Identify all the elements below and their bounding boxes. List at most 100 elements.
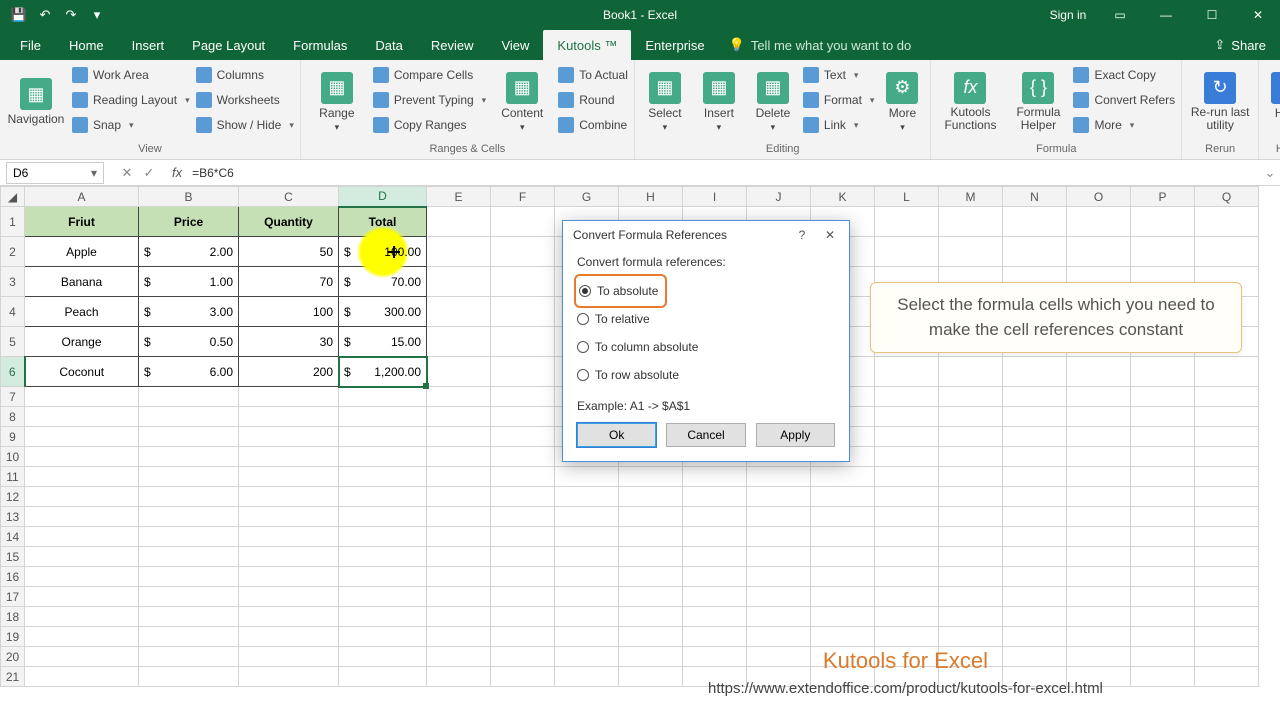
snap-button[interactable]: Snap xyxy=(72,114,190,136)
col-header-i[interactable]: I xyxy=(683,187,747,207)
cell[interactable]: 30 xyxy=(239,327,339,357)
radio-to-column-absolute[interactable]: To column absolute xyxy=(577,333,835,361)
help-button[interactable]: ?Help▾ xyxy=(1265,64,1280,140)
show-hide-button[interactable]: Show / Hide xyxy=(196,114,294,136)
cell-selected[interactable]: $1,200.00 xyxy=(339,357,427,387)
row-header[interactable]: 16 xyxy=(1,567,25,587)
expand-formula-icon[interactable]: ⌄ xyxy=(1260,165,1280,181)
cell[interactable]: 200 xyxy=(239,357,339,387)
ok-button[interactable]: Ok xyxy=(577,423,656,447)
row-header[interactable]: 11 xyxy=(1,467,25,487)
copy-ranges-button[interactable]: Copy Ranges xyxy=(373,114,486,136)
text-button[interactable]: Text xyxy=(803,64,875,86)
tab-kutools[interactable]: Kutools ™ xyxy=(543,30,631,60)
col-header-p[interactable]: P xyxy=(1131,187,1195,207)
more-formula-button[interactable]: More xyxy=(1073,114,1175,136)
col-header-n[interactable]: N xyxy=(1003,187,1067,207)
col-header-m[interactable]: M xyxy=(939,187,1003,207)
radio-to-relative[interactable]: To relative xyxy=(577,305,835,333)
formula-input[interactable]: =B6*C6 xyxy=(188,166,1260,180)
cell[interactable] xyxy=(427,207,491,237)
kutools-functions-button[interactable]: fxKutools Functions xyxy=(937,64,1003,140)
col-header-e[interactable]: E xyxy=(427,187,491,207)
row-header[interactable]: 17 xyxy=(1,587,25,607)
row-header[interactable]: 21 xyxy=(1,667,25,687)
row-header[interactable]: 18 xyxy=(1,607,25,627)
row-header[interactable]: 20 xyxy=(1,647,25,667)
row-header[interactable]: 9 xyxy=(1,427,25,447)
prevent-typing-button[interactable]: Prevent Typing xyxy=(373,89,486,111)
to-actual-button[interactable]: To Actual xyxy=(558,64,628,86)
cell[interactable]: 70 xyxy=(239,267,339,297)
name-box-dropdown-icon[interactable]: ▾ xyxy=(91,166,97,180)
formula-helper-button[interactable]: { }Formula Helper xyxy=(1009,64,1067,140)
dialog-close-icon[interactable]: ✕ xyxy=(821,228,839,242)
apply-button[interactable]: Apply xyxy=(756,423,835,447)
cell[interactable]: Quantity xyxy=(239,207,339,237)
row-header[interactable]: 12 xyxy=(1,487,25,507)
row-header[interactable]: 3 xyxy=(1,267,25,297)
tab-enterprise[interactable]: Enterprise xyxy=(631,30,718,60)
dialog-titlebar[interactable]: Convert Formula References ? ✕ xyxy=(563,221,849,249)
col-header-h[interactable]: H xyxy=(619,187,683,207)
cell[interactable]: Friut xyxy=(25,207,139,237)
row-header[interactable]: 4 xyxy=(1,297,25,327)
cell-highlighted[interactable]: $100.00 xyxy=(339,237,427,267)
minimize-icon[interactable]: — xyxy=(1144,1,1188,29)
rerun-button[interactable]: ↻Re-run last utility xyxy=(1188,64,1252,140)
tab-page-layout[interactable]: Page Layout xyxy=(178,30,279,60)
radio-to-absolute[interactable]: To absolute xyxy=(577,277,664,305)
col-header-l[interactable]: L xyxy=(875,187,939,207)
cell[interactable]: Price xyxy=(139,207,239,237)
fx-label[interactable]: fx xyxy=(166,165,188,180)
more-editing-button[interactable]: ⚙More▾ xyxy=(880,64,924,140)
cell[interactable]: 100 xyxy=(239,297,339,327)
reading-layout-button[interactable]: Reading Layout xyxy=(72,89,190,111)
signin-link[interactable]: Sign in xyxy=(1046,1,1090,29)
col-header-c[interactable]: C xyxy=(239,187,339,207)
tab-view[interactable]: View xyxy=(487,30,543,60)
convert-refers-button[interactable]: Convert Refers xyxy=(1073,89,1175,111)
col-header-d[interactable]: D xyxy=(339,187,427,207)
undo-icon[interactable]: ↶ xyxy=(34,4,56,26)
work-area-button[interactable]: Work Area xyxy=(72,64,190,86)
select-button[interactable]: ▦Select▾ xyxy=(641,64,689,140)
cell[interactable]: 50 xyxy=(239,237,339,267)
cell[interactable]: $0.50 xyxy=(139,327,239,357)
save-icon[interactable]: 💾 xyxy=(8,4,30,26)
row-header[interactable]: 8 xyxy=(1,407,25,427)
row-header[interactable]: 13 xyxy=(1,507,25,527)
tab-review[interactable]: Review xyxy=(417,30,488,60)
tab-home[interactable]: Home xyxy=(55,30,118,60)
qat-customize-icon[interactable]: ▾ xyxy=(86,4,108,26)
cancel-formula-icon[interactable]: ✕ xyxy=(118,165,136,181)
tab-insert[interactable]: Insert xyxy=(118,30,179,60)
cell[interactable]: $300.00 xyxy=(339,297,427,327)
range-button[interactable]: ▦Range▾ xyxy=(307,64,367,140)
row-header[interactable]: 14 xyxy=(1,527,25,547)
cell[interactable]: Orange xyxy=(25,327,139,357)
content-button[interactable]: ▦Content▾ xyxy=(492,64,552,140)
delete-button[interactable]: ▦Delete▾ xyxy=(749,64,797,140)
tab-file[interactable]: File xyxy=(6,30,55,60)
redo-icon[interactable]: ↷ xyxy=(60,4,82,26)
columns-button[interactable]: Columns xyxy=(196,64,294,86)
radio-to-row-absolute[interactable]: To row absolute xyxy=(577,361,835,389)
enter-formula-icon[interactable]: ✓ xyxy=(140,165,158,181)
ribbon-options-icon[interactable]: ▭ xyxy=(1098,1,1142,29)
name-box[interactable]: D6 ▾ xyxy=(6,162,104,184)
col-header-f[interactable]: F xyxy=(491,187,555,207)
compare-cells-button[interactable]: Compare Cells xyxy=(373,64,486,86)
close-icon[interactable]: ✕ xyxy=(1236,1,1280,29)
tell-me[interactable]: 💡 Tell me what you want to do xyxy=(729,30,912,60)
dialog-help-icon[interactable]: ? xyxy=(793,228,811,242)
select-all-corner[interactable]: ◢ xyxy=(1,187,25,207)
col-header-g[interactable]: G xyxy=(555,187,619,207)
row-header[interactable]: 10 xyxy=(1,447,25,467)
cell[interactable]: Apple xyxy=(25,237,139,267)
tab-formulas[interactable]: Formulas xyxy=(279,30,361,60)
cell[interactable]: $1.00 xyxy=(139,267,239,297)
insert-button[interactable]: ▦Insert▾ xyxy=(695,64,743,140)
worksheets-button[interactable]: Worksheets xyxy=(196,89,294,111)
cell[interactable]: $15.00 xyxy=(339,327,427,357)
